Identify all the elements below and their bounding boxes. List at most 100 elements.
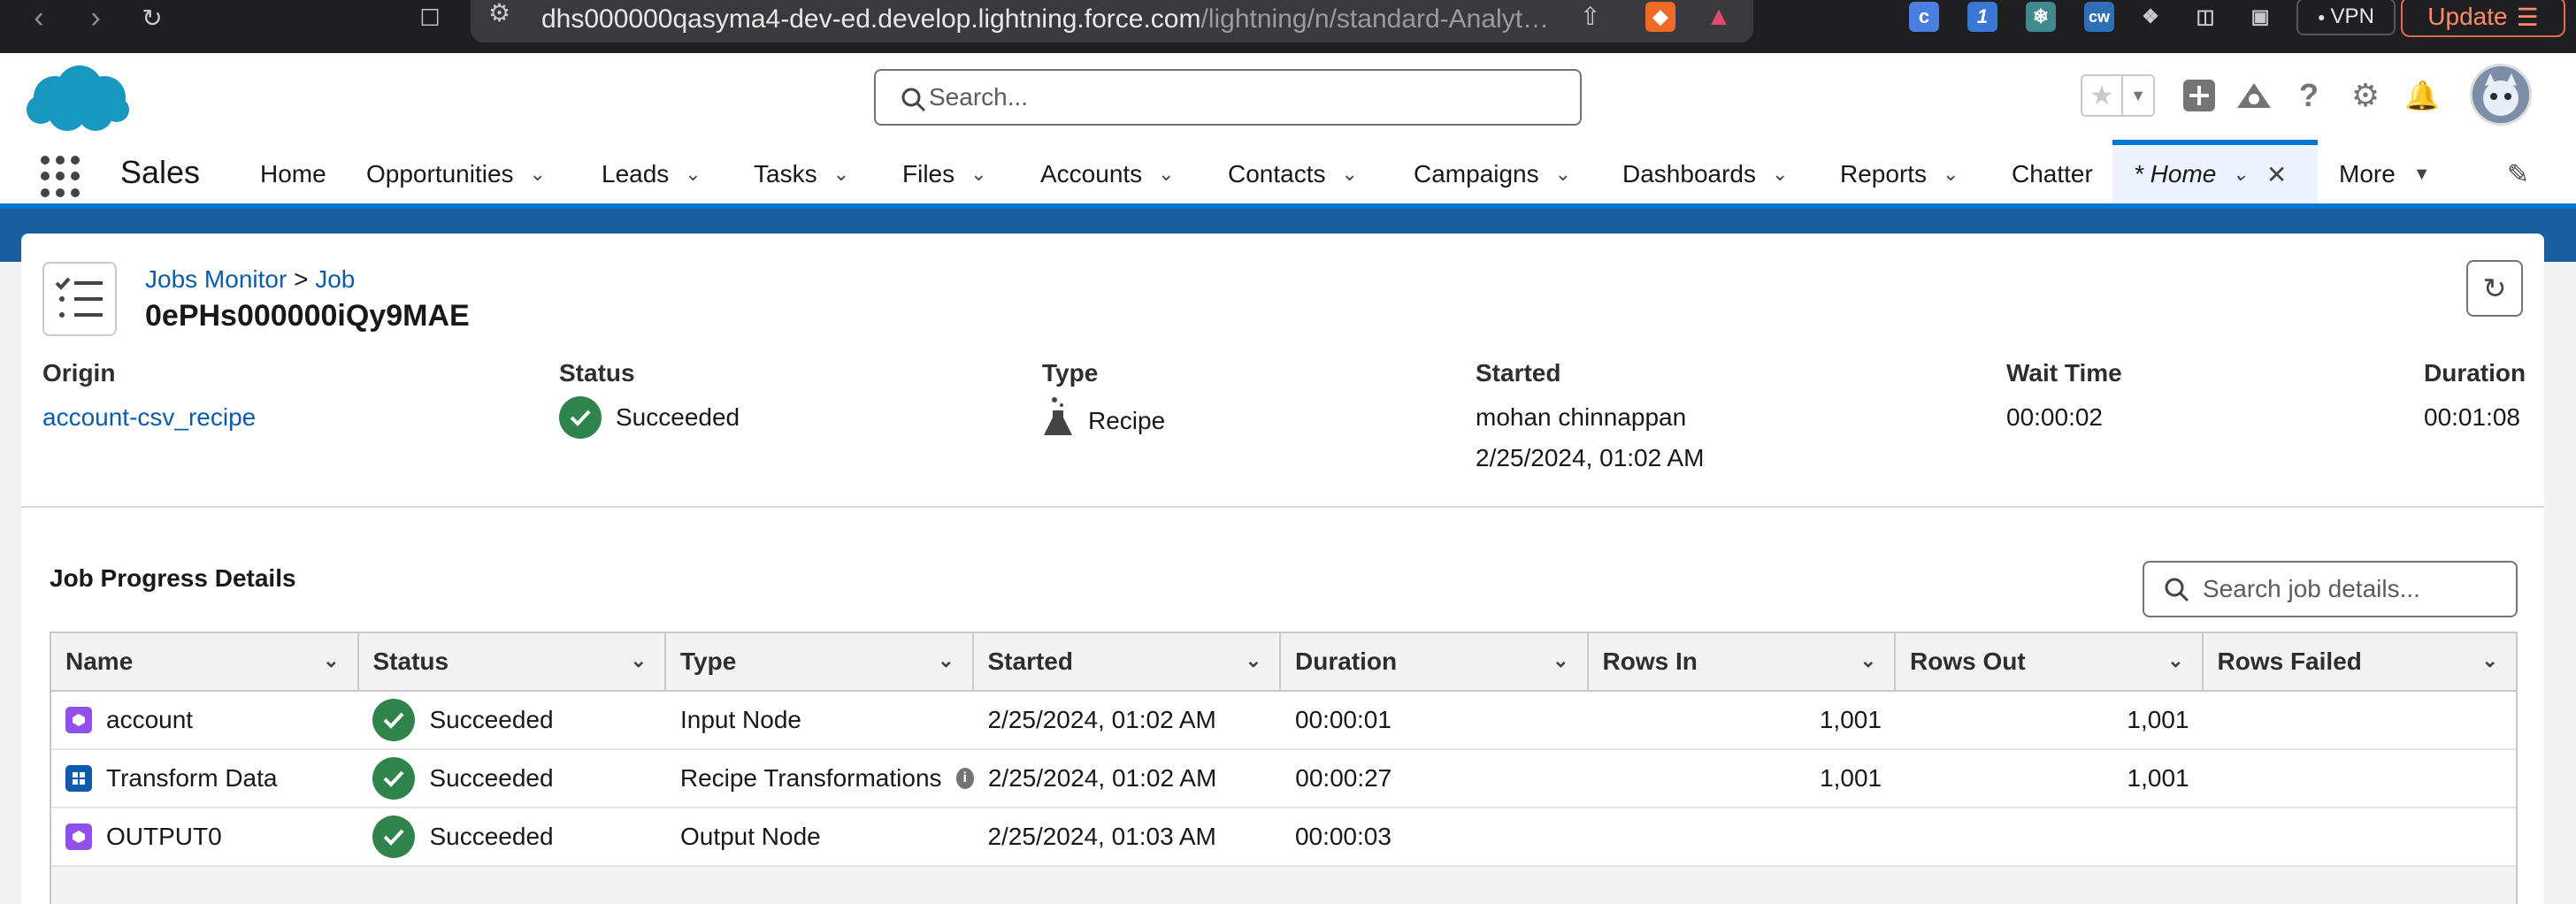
setup-gear-icon[interactable]: ⚙ [2344,74,2387,117]
chevron-down-icon[interactable]: ⌄ [833,163,849,186]
nav-item-dashboards[interactable]: Dashboards ⌄ [1622,145,1788,203]
nav-item-home[interactable]: Home [260,145,326,203]
table-row[interactable]: account Succeeded Input Node 2/25/2024, … [51,692,2516,750]
nav-item-campaigns[interactable]: Campaigns ⌄ [1414,145,1571,203]
transform-grid-icon [65,765,92,792]
node-rows-failed [2203,808,2516,865]
nav-item-reports[interactable]: Reports ⌄ [1840,145,1959,203]
chevron-down-icon[interactable]: ⌄ [530,163,546,186]
recipe-flask-icon [1042,396,1074,445]
breadcrumb-jobs-monitor-link[interactable]: Jobs Monitor [145,265,287,293]
forward-icon[interactable]: › [78,0,113,35]
vpn-button[interactable]: ● VPN [2296,0,2396,35]
column-header-duration[interactable]: Duration ⌄ [1281,633,1589,690]
column-label: Rows Failed [2217,647,2362,675]
app-launcher-icon[interactable] [41,156,83,198]
chevron-down-icon[interactable]: ⌄ [970,163,986,186]
success-check-icon [372,699,416,741]
site-settings-icon[interactable]: ⚙ [488,0,510,27]
nav-label: Campaigns [1414,160,1539,188]
nav-item-leads[interactable]: Leads ⌄ [602,145,702,203]
chevron-down-icon[interactable]: ⌄ [2482,649,2498,672]
close-icon[interactable]: ✕ [2266,160,2287,189]
update-button[interactable]: Update ☰ [2401,0,2565,37]
extension-c-icon[interactable]: c [1909,2,1939,32]
chevron-down-icon[interactable]: ⌄ [2167,649,2183,672]
nav-item-more[interactable]: More ▼ [2339,145,2431,203]
column-header-rows-failed[interactable]: Rows Failed ⌄ [2204,633,2516,690]
nav-item-opportunities[interactable]: Opportunities ⌄ [366,145,546,203]
extensions-icon[interactable]: ❖ [2135,2,2166,32]
column-header-rows-in[interactable]: Rows In ⌄ [1589,633,1896,690]
duration-label: Duration [2424,359,2526,387]
table-row[interactable]: OUTPUT0 Succeeded Output Node 2/25/2024,… [51,808,2516,867]
update-label: Update [2427,3,2508,30]
caret-down-icon[interactable]: ▼ [2413,165,2431,185]
global-actions-icon[interactable] [2178,74,2220,117]
sidebar-icon[interactable]: ◫ [2190,2,2220,32]
column-header-type[interactable]: Type ⌄ [666,633,974,690]
job-search-placeholder: Search job details... [2203,575,2420,602]
trailhead-icon[interactable] [2233,74,2275,117]
breadcrumb-job-link[interactable]: Job [315,265,355,293]
chevron-down-icon[interactable]: ⌄ [1342,163,1358,186]
chevron-down-icon[interactable]: ▼ [2123,76,2153,115]
chevron-down-icon[interactable]: ⌄ [1158,163,1174,186]
user-avatar[interactable] [2470,64,2532,126]
nav-item-tasks[interactable]: Tasks ⌄ [754,145,849,203]
brave-shield-icon[interactable]: ◆ [1645,2,1675,32]
chevron-down-icon[interactable]: ⌄ [1552,649,1568,672]
node-type: Input Node [679,706,801,733]
chevron-down-icon[interactable]: ⌄ [1772,163,1788,186]
chevron-down-icon[interactable]: ⌄ [2232,163,2248,186]
salesforce-logo-icon[interactable] [25,62,131,136]
field-started: Started mohan chinnappan 2/25/2024, 01:0… [1476,359,1704,472]
tab-home-active[interactable]: * Home ⌄ ✕ [2112,140,2318,203]
node-status: Succeeded [429,823,554,850]
origin-link[interactable]: account-csv_recipe [42,403,256,432]
edit-nav-pencil-icon[interactable]: ✎ [2507,159,2529,190]
notifications-bell-icon[interactable]: 🔔 [2401,74,2443,117]
column-header-status[interactable]: Status ⌄ [359,633,666,690]
bookmark-icon[interactable]: ☐ [412,0,448,35]
address-bar[interactable]: ⚙ dhs000000qasyma4-dev-ed.develop.lightn… [471,0,1753,42]
chevron-down-icon[interactable]: ⌄ [1246,649,1261,672]
status-label: Status [559,359,635,387]
nav-item-chatter[interactable]: Chatter [2012,145,2093,203]
table-row[interactable]: Transform Data Succeeded Recipe Transfor… [51,750,2516,808]
global-search-input[interactable]: Search... [874,69,1582,126]
back-icon[interactable]: ‹ [21,0,57,35]
star-icon[interactable]: ★ [2082,76,2123,115]
extension-cw-icon[interactable]: cw [2084,2,2114,32]
node-duration: 00:00:03 [1294,823,1392,850]
column-header-name[interactable]: Name ⌄ [51,633,359,690]
extension-tree-icon[interactable]: ❄ [2026,2,2056,32]
nav-item-accounts[interactable]: Accounts ⌄ [1040,145,1175,203]
wallet-icon[interactable]: ▣ [2245,2,2275,32]
node-started: 2/25/2024, 01:02 AM [987,764,1217,792]
reload-icon[interactable]: ↻ [134,0,170,35]
column-header-rows-out[interactable]: Rows Out ⌄ [1896,633,2204,690]
favorites-button[interactable]: ★ ▼ [2081,74,2155,117]
chevron-down-icon[interactable]: ⌄ [685,163,701,186]
refresh-button[interactable]: ↻ [2466,260,2523,317]
url-path: /lightning/n/standard-Analyt… [1200,4,1550,34]
chevron-down-icon[interactable]: ⌄ [323,649,339,672]
nav-label: Chatter [2012,160,2093,188]
chevron-down-icon[interactable]: ⌄ [631,649,647,672]
column-header-started[interactable]: Started ⌄ [974,633,1281,690]
chevron-down-icon[interactable]: ⌄ [938,649,954,672]
column-label: Name [65,647,134,675]
chevron-down-icon[interactable]: ⌄ [1555,163,1571,186]
chevron-down-icon[interactable]: ⌄ [1860,649,1876,672]
nav-item-files[interactable]: Files ⌄ [902,145,987,203]
type-value: Recipe [1088,406,1166,434]
extension-1password-icon[interactable]: 1 [1967,2,1997,32]
info-icon[interactable]: i [955,768,974,789]
chevron-down-icon[interactable]: ⌄ [1943,163,1959,186]
job-details-search-input[interactable]: Search job details... [2143,561,2518,617]
help-icon[interactable]: ? [2288,74,2330,117]
nav-item-contacts[interactable]: Contacts ⌄ [1228,145,1358,203]
share-icon[interactable]: ⇧ [1580,2,1600,31]
brave-rewards-icon[interactable]: ▲ [1704,2,1734,32]
